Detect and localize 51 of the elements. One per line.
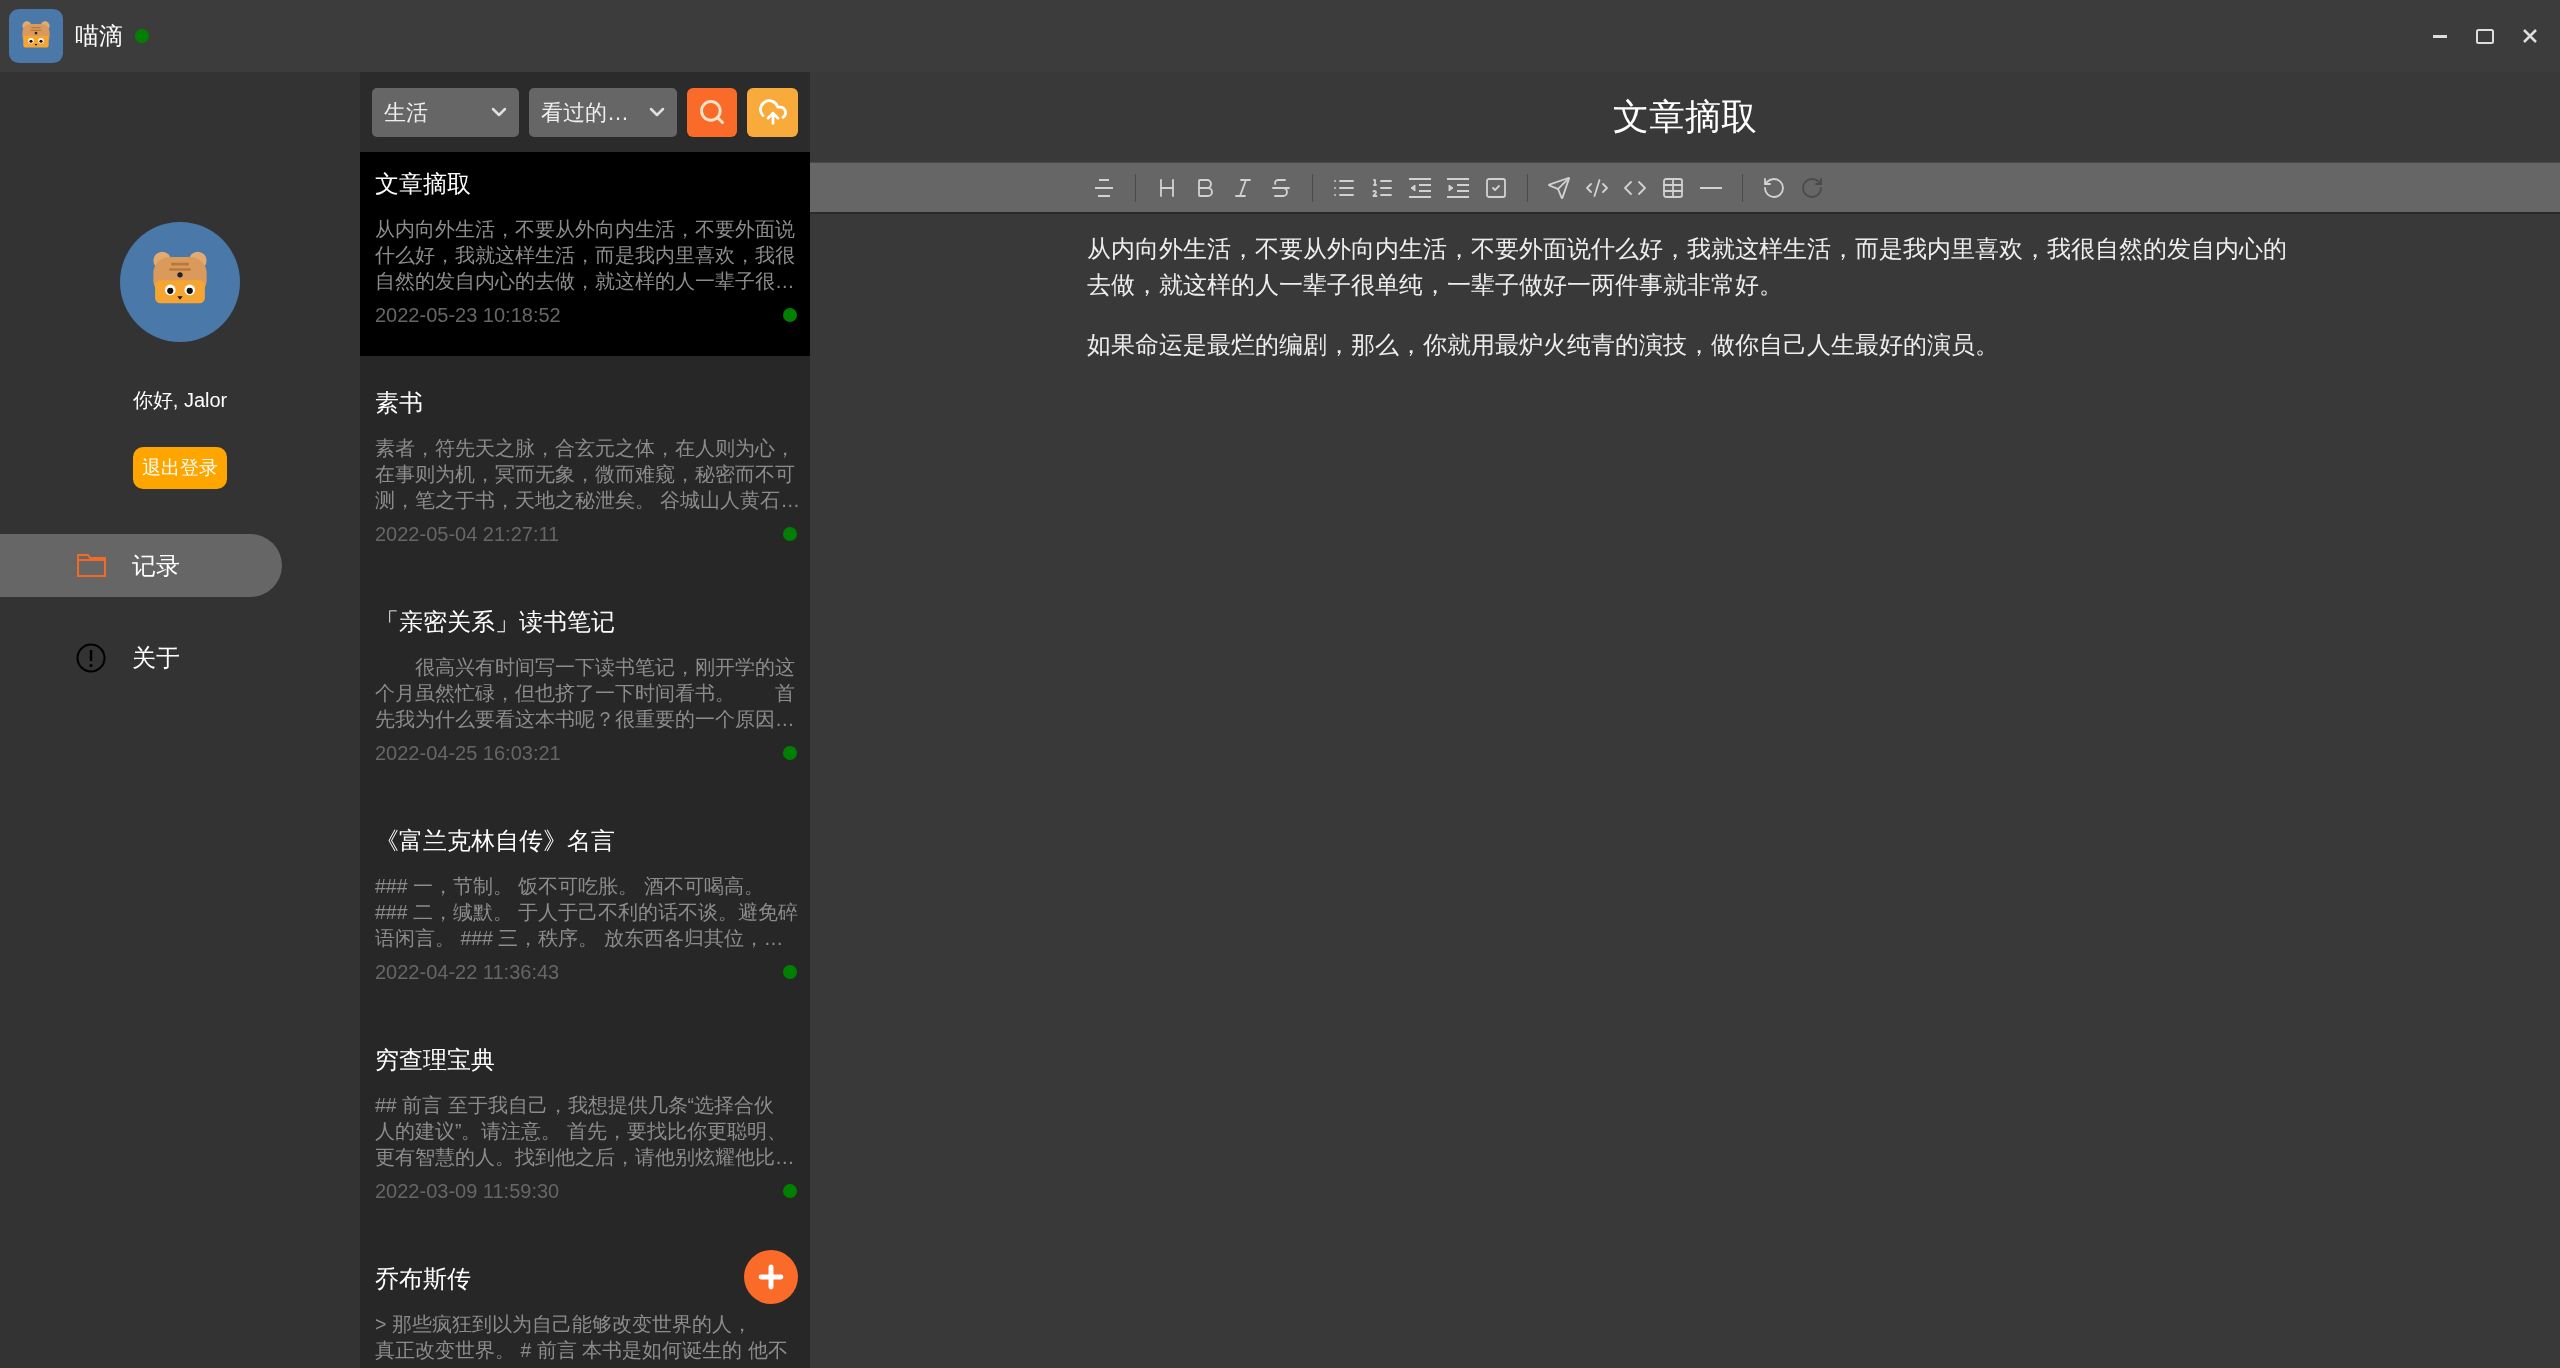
search-button[interactable] [687,87,737,137]
upload-button[interactable] [747,87,798,137]
note-snippet: ### 一，节制。 饭不可吃胀。 酒不可喝高。 ### 二，缄默。 于人于己不利的话不谈。避免碎 语闲言。 ### 三，秩序。 放东西各归其位，… [375,874,799,951]
note-snippet: > 那些疯狂到以为自己能够改变世界的人， 真正改变世界。 # 前言 本书是如何诞生的 他不 [375,1312,788,1363]
table-icon [1661,175,1685,200]
close-icon [2522,29,2537,43]
add-note-button[interactable] [744,1250,798,1304]
note-date: 2022-05-23 10:18:52 [375,303,561,328]
checkbox-icon [1484,175,1508,200]
note-snippet: 很高兴有时间写一下读书笔记，刚开学的这 个月虽然忙碌，但也挤了一下时间看书。 首 先我为什么要看这本书呢？很重要的一个原因… [375,655,795,732]
nav-item[interactable]: 记录 [0,534,282,597]
alert-circle-icon [76,642,106,673]
note-title: 《富兰克林自传》名言 [375,826,615,856]
filter-dropdown[interactable]: 看过的… [529,87,677,137]
undo-icon [1762,175,1786,200]
maximize-icon [2475,28,2494,44]
note-date: 2022-04-25 16:03:21 [375,741,561,766]
redo-icon [1800,175,1824,200]
note-title: 文章摘取 [375,169,471,199]
editor-paragraph: 如果命运是最烂的编剧，那么，你就用最炉火纯青的演技，做你自己人生最好的演员。 [1087,330,2000,360]
indent-icon [1446,175,1470,200]
note-list-item[interactable]: 《富兰克林自传》名言 ### 一，节制。 饭不可吃胀。 酒不可喝高。 ### 二，缄默。 于人于己不利的话不谈。避免碎 语闲言。 ### 三，秩序。 放东西各归其位，… 2022-04-22 11:36:43 [360,809,810,1013]
note-date: 2022-05-04 21:27:11 [375,522,560,547]
note-list-item[interactable]: 「亲密关系」读书笔记 很高兴有时间写一下读书笔记，刚开学的这 个月虽然忙碌，但也挤了一下时间看书。 首 先我为什么要看这本书呢？很重要的一个原因… 2022-04-25 16:03:21 [360,590,810,794]
greeting-text: 你好, Jalor [132,388,228,413]
note-list-item[interactable]: 乔布斯传 > 那些疯狂到以为自己能够改变世界的人， 真正改变世界。 # 前言 本书是如何诞生的 他不 [360,1247,810,1368]
note-snippet: 从内向外生活，不要从外向内生活，不要外面说 什么好，我就这样生活，而是我内里喜欢，我很 自然的发自内心的去做，就这样的人一辈子很… [375,217,795,294]
note-date: 2022-03-09 11:59:30 [375,1179,560,1204]
folder-icon [76,554,106,577]
note-title: 乔布斯传 [375,1264,471,1294]
note-title: 穷查理宝典 [375,1045,495,1075]
note-snippet: ## 前言 至于我自己，我想提供几条“选择合伙 人的建议”。请注意。 首先，要找比你更聪明、 更有智慧的人。找到他之后，请他别炫耀他比… [375,1093,795,1170]
note-title: 素书 [375,388,423,418]
horizontal-rule-icon [1700,186,1722,189]
nav-item[interactable]: 关于 [0,626,282,689]
category-dropdown[interactable]: 生活 [372,87,519,137]
cloud-upload-icon [757,97,788,127]
note-snippet: 素者，符先天之脉，合玄元之体，在人则为心， 在事则为机，冥而无象，微而难窥，秘密而不可 测，笔之于书，天地之秘泄矣。 谷城山人黄石… [375,436,800,513]
outdent-icon [1408,175,1432,200]
minimize-icon [2432,34,2447,38]
send-icon [1547,175,1571,200]
note-list-item[interactable]: 素书 素者，符先天之脉，合玄元之体，在人则为心， 在事则为机，冥而无象，微而难窥，秘密而不可 测，笔之于书，天地之秘泄矣。 谷城山人黄石… 2022-05-04 21:27:11 [360,371,810,575]
editor-title: 文章摘取 [1613,95,1757,139]
note-title: 「亲密关系」读书笔记 [375,607,615,637]
note-date: 2022-04-22 11:36:43 [375,960,560,985]
note-list-item[interactable]: 穷查理宝典 ## 前言 至于我自己，我想提供几条“选择合伙 人的建议”。请注意。 首先，要找比你更聪明、 更有智慧的人。找到他之后，请他别炫耀他比… 2022-03-09 11:59:30 [360,1028,810,1232]
note-list-item[interactable]: 文章摘取 从内向外生活，不要从外向内生活，不要外面说 什么好，我就这样生活，而是我内里喜欢，我很 自然的发自内心的去做，就这样的人一辈子很… 2022-05-23 10:18:52 [360,152,810,356]
app-logo-icon [9,9,63,63]
search-icon [698,98,726,126]
editor-paragraph: 从内向外生活，不要从外向内生活，不要外面说什么好，我就这样生活，而是我内里喜欢，我很自然的发自内心的去做，就这样的人一辈子很单纯，一辈子做好一两件事就非常好。 [1087,234,2288,300]
app-title: 喵滴 [75,21,123,51]
